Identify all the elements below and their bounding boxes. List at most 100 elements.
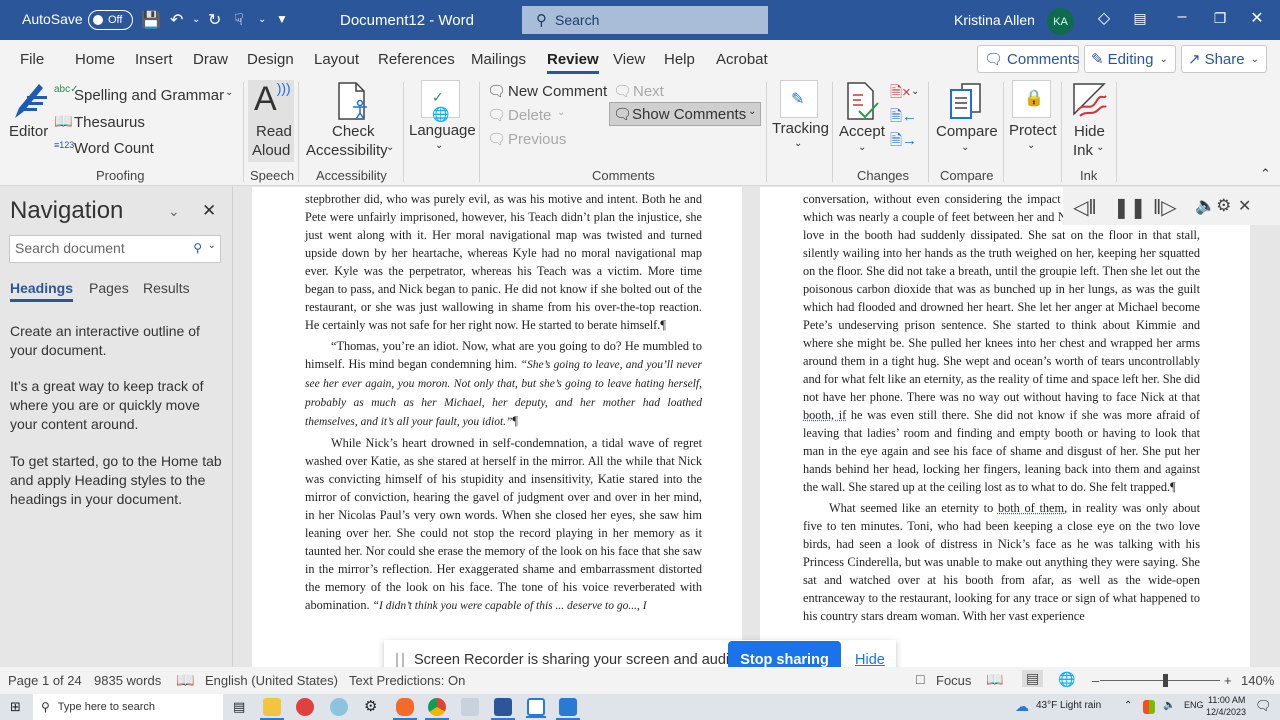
zoom-slider[interactable] (1100, 680, 1220, 681)
avatar[interactable]: KA (1047, 8, 1074, 35)
reject-icon[interactable]: 🗎× (890, 82, 911, 107)
clock-date[interactable]: 12/4/2023 (1206, 707, 1246, 717)
redo-icon[interactable]: ↻ (208, 10, 221, 30)
undo-icon[interactable]: ↶ (170, 10, 183, 30)
paragraph[interactable]: stepbrother did, who was purely evil, as… (305, 190, 702, 334)
undo-dropdown-icon[interactable]: ⌄ (192, 14, 200, 25)
zoom-in-icon[interactable]: + (1224, 673, 1232, 688)
pause-icon[interactable]: ❚❚ (1113, 195, 1147, 220)
close-icon[interactable]: ✕ (202, 201, 216, 221)
chrome-icon[interactable] (425, 698, 449, 720)
minimize-icon[interactable]: – (1170, 8, 1194, 26)
taskbar-search[interactable]: ⚲ Type here to search (33, 694, 223, 720)
tab-references[interactable]: References (378, 51, 455, 68)
windows-start-icon[interactable]: ⊞ (10, 699, 21, 715)
save-icon[interactable]: 💾 (141, 10, 161, 30)
chevron-down-icon[interactable]: ⌄ (168, 203, 180, 220)
share-button[interactable]: ↗ Share ⌄ (1181, 45, 1267, 73)
focus-icon[interactable]: □ (916, 671, 924, 687)
search-icon[interactable]: ⚲ (193, 241, 202, 255)
screen-recorder-icon[interactable] (526, 698, 546, 718)
user-name[interactable]: Kristina Allen (954, 12, 1035, 28)
tab-draw[interactable]: Draw (193, 51, 228, 68)
paragraph[interactable]: While Nick’s heart drowned in self-conde… (305, 434, 702, 615)
file-explorer-icon[interactable] (260, 698, 284, 720)
tab-file[interactable]: File (20, 51, 44, 68)
previous-paragraph-icon[interactable]: ◁‖ (1073, 195, 1097, 220)
settings-icon[interactable]: ⚙ (364, 697, 377, 715)
weather-text[interactable]: 43°F Light rain (1036, 700, 1101, 711)
tab-mailings[interactable]: Mailings (471, 51, 526, 68)
opera-icon[interactable] (296, 698, 314, 716)
photos-icon[interactable] (461, 698, 479, 716)
search-box[interactable]: ⚲ Search (522, 6, 768, 34)
autosave-toggle[interactable]: Off (88, 10, 133, 30)
read-mode-icon[interactable]: 📖 (986, 671, 1003, 688)
paint-icon[interactable] (330, 698, 348, 716)
grammar-flag[interactable]: booth, if (803, 408, 846, 422)
previous-change-icon[interactable]: 🗎← (890, 106, 917, 131)
paragraph[interactable]: What seemed like an eternity to both of … (803, 499, 1200, 625)
document-area[interactable]: stepbrother did, who was purely evil, as… (234, 187, 1280, 667)
task-view-icon[interactable]: ▤ (233, 699, 245, 715)
tab-help[interactable]: Help (664, 51, 695, 68)
notifications-icon[interactable]: 🗨 (1255, 698, 1272, 714)
search-document-input[interactable]: Search document ⚲ ⌄ (9, 235, 221, 263)
touch-mode-icon[interactable]: ☟ (234, 10, 244, 30)
close-icon[interactable]: ✕ (1238, 196, 1251, 216)
next-change-icon[interactable]: 🗎→ (890, 130, 917, 155)
volume-icon[interactable]: 🔈 (1163, 700, 1175, 711)
page-count[interactable]: Page 1 of 24 (8, 673, 82, 688)
next-paragraph-icon[interactable]: ‖▷ (1153, 195, 1177, 220)
nav-tab-headings[interactable]: Headings (10, 280, 74, 302)
zoom-level[interactable]: 140% (1241, 673, 1274, 688)
tab-layout[interactable]: Layout (314, 51, 359, 68)
editing-button[interactable]: ✎ Editing ⌄ (1084, 45, 1176, 73)
restore-icon[interactable]: ❐ (1208, 10, 1232, 27)
zoom-out-icon[interactable]: – (1092, 673, 1099, 688)
web-layout-icon[interactable]: 🌐 (1058, 671, 1075, 688)
nav-tab-results[interactable]: Results (143, 280, 190, 296)
tab-view[interactable]: View (613, 51, 645, 68)
text-predictions[interactable]: Text Predictions: On (349, 673, 465, 688)
proofing-status-icon[interactable]: 📖 (176, 671, 195, 689)
touch-dropdown-icon[interactable]: ⌄ (258, 14, 266, 25)
left-page-text[interactable]: stepbrother did, who was purely evil, as… (305, 190, 702, 615)
collapse-ribbon-icon[interactable]: ⌃ (1260, 166, 1271, 182)
tab-review[interactable]: Review (547, 51, 599, 74)
diamond-icon[interactable]: ◇ (1092, 8, 1116, 28)
clock-time[interactable]: 11:00 AM (1208, 695, 1245, 705)
word-taskbar-icon[interactable] (491, 698, 515, 720)
tab-acrobat[interactable]: Acrobat (716, 51, 768, 68)
tray-app-icon[interactable] (1143, 700, 1155, 714)
page-left[interactable]: stepbrother did, who was purely evil, as… (252, 187, 742, 667)
tab-design[interactable]: Design (247, 51, 294, 68)
app-icon[interactable] (556, 698, 580, 720)
customize-qat-icon[interactable]: ▼ (276, 12, 288, 26)
chevron-down-icon[interactable]: ⌄ (208, 240, 216, 251)
right-page-text[interactable]: conversation, without even considering t… (803, 190, 1200, 625)
page-right[interactable]: conversation, without even considering t… (760, 187, 1250, 667)
chevron-down-icon[interactable]: ⌄ (911, 86, 919, 97)
voice-settings-icon[interactable]: 🔈⚙ (1195, 196, 1231, 216)
language-status[interactable]: English (United States) (205, 673, 338, 688)
hide-link[interactable]: Hide (855, 652, 885, 668)
ribbon-display-icon[interactable]: ▤ (1128, 10, 1152, 27)
brave-icon[interactable] (393, 698, 417, 720)
print-layout-icon[interactable]: ▤ (1022, 670, 1044, 687)
zoom-slider-thumb[interactable] (1163, 674, 1168, 687)
focus-button[interactable]: Focus (936, 673, 971, 688)
close-window-icon[interactable]: ✕ (1245, 8, 1269, 28)
tray-chevron-icon[interactable]: ⌃ (1124, 700, 1132, 711)
comments-button[interactable]: 🗨 Comments (977, 45, 1080, 73)
tab-insert[interactable]: Insert (135, 51, 173, 68)
grammar-flag[interactable]: both of them (998, 501, 1064, 515)
paragraph-text: he was even still there. She did not kno… (803, 408, 1200, 494)
weather-icon[interactable]: ☁ (1015, 698, 1029, 715)
paragraph[interactable]: “Thomas, you’re an idiot. Now, what are … (305, 337, 702, 431)
paragraph[interactable]: conversation, without even considering t… (803, 190, 1200, 496)
tab-home[interactable]: Home (75, 51, 115, 68)
nav-tab-pages[interactable]: Pages (89, 280, 129, 296)
word-count[interactable]: 9835 words (94, 673, 161, 688)
input-language[interactable]: ENG (1184, 700, 1204, 710)
